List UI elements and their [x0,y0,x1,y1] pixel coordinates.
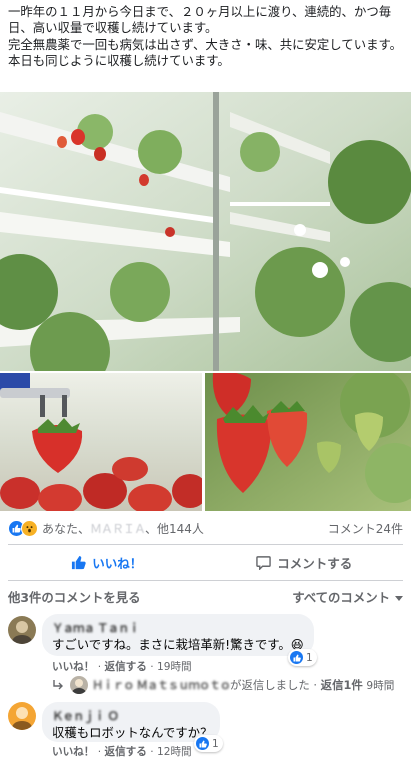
comment-reaction-count: 1 [212,737,219,750]
reply-arrow-icon [53,680,63,690]
comment-reaction-badge[interactable]: 1 [288,649,317,666]
comment-reply-link[interactable]: 返信する [104,746,146,757]
divider [8,580,403,581]
reply-author: Ｈｉｒｏ Ｍａｔｓｕｍｏｔｏ [92,678,231,692]
like-icon [196,737,209,750]
comment-like-link[interactable]: いいね！ [52,661,94,673]
comment-meta: いいね！ · 返信する · 19時間 [52,661,192,673]
post-photo-strawberries[interactable] [205,373,411,511]
reaction-blurred-name: ＭＡＲＩＡ [90,521,146,536]
like-button-label: いいね！ [92,555,143,571]
comment-reaction-badge[interactable]: 1 [194,735,223,752]
avatar[interactable] [8,616,36,644]
comment-text: すごいですね。まさに栽培革新!驚きです。😆 [52,637,304,652]
comment-filter-label: すべてのコメント [292,590,390,605]
post-photo-robot[interactable] [0,373,202,511]
avatar-image [8,702,36,730]
reply-summary[interactable]: Ｈｉｒｏ Ｍａｔｓｕｍｏｔｏ が返信しました · 返信1件 9時間 [52,676,394,694]
comment-filter-dropdown[interactable]: すべてのコメント [292,588,403,606]
reply-time: 9時間 [366,679,395,692]
hanging-strawberries-image [205,373,411,511]
comment-meta: いいね！ · 返信する · 12時間 [52,746,192,757]
comment-author[interactable]: Ｋｅｎｊｉ Ｏ [52,708,210,723]
strawberry-farm-image [0,92,411,371]
comment-time[interactable]: 12時間 [157,746,192,757]
comment-author[interactable]: Ｙａｍａ Ｔａｎｉ [52,620,304,635]
wow-icon [21,519,38,537]
comment-bubble[interactable]: Ｋｅｎｊｉ Ｏ 収穫もロボットなんですか？ [42,702,220,742]
comment-time[interactable]: 19時間 [157,661,192,673]
avatar-image [8,616,36,644]
comment-text: 収穫もロボットなんですか？ [52,725,213,740]
comment-button[interactable]: コメントする [206,547,404,577]
action-bar: いいね！ コメントする [8,547,403,577]
comment-icon [256,555,271,570]
reply-count: 返信1件 [320,678,363,692]
comment-like-link[interactable]: いいね！ [52,746,94,757]
avatar[interactable] [8,702,36,730]
reactions-summary[interactable]: あなた、ＭＡＲＩＡ、他144人 コメント24件 [8,518,403,538]
comment-bubble[interactable]: Ｙａｍａ Ｔａｎｉ すごいですね。まさに栽培革新!驚きです。😆 [42,614,314,656]
reaction-names-prefix: あなた、 [42,521,91,536]
view-more-comments-link[interactable]: 他3件のコメントを見る [8,588,141,606]
reply-action: が返信しました [230,678,310,692]
divider [8,544,403,545]
post-text-line: 完全無農薬で一回も病気は出さず、大きさ・味、共に安定しています。 [8,36,403,52]
like-icon [290,651,303,664]
post-text-line: 本日も同じように収穫し続けています。 [8,52,230,68]
thumbs-up-icon [72,555,86,569]
avatar [70,676,88,694]
reaction-names-suffix: 、他144人 [145,521,204,536]
reaction-icons [8,519,38,537]
comment-count-link[interactable]: コメント24件 [328,520,403,537]
like-button[interactable]: いいね！ [8,547,206,577]
caret-down-icon [395,595,403,601]
comments-header: 他3件のコメントを見る すべてのコメント [8,588,403,606]
reaction-names: あなた、ＭＡＲＩＡ、他144人 [42,520,328,537]
post-text: 一昨年の１１月から今日まで、２０ヶ月以上に渡り、連続的、かつ毎日、高い収量で収穫… [8,4,405,69]
comment-button-label: コメントする [277,555,353,571]
comment-reaction-count: 1 [306,651,313,664]
robot-strawberry-image [0,373,202,511]
post-text-line: 一昨年の１１月から今日まで、２０ヶ月以上に渡り、連続的、かつ毎日、高い収量で収穫… [8,4,392,36]
comment-reply-link[interactable]: 返信する [104,661,146,673]
post-photo-main[interactable] [0,92,411,371]
